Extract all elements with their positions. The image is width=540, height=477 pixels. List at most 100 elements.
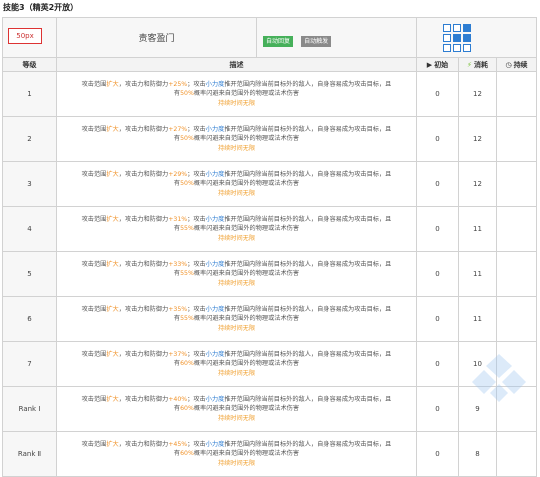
row-description: 攻击范围扩大，攻击力和防御力+31%；攻击小力度推开范围内除当前目标外的敌人，自… [56, 206, 417, 252]
desc-duration: 持续时间无限 [217, 369, 256, 377]
desc-dodge-value: 55% [180, 270, 194, 278]
col-description: 描述 [56, 57, 417, 72]
desc-text: ，攻击力和防御力 [118, 261, 169, 269]
col-initial: ▶ 初始 [416, 57, 459, 72]
desc-text: ，攻击力和防御力 [118, 216, 169, 224]
desc-text: 推开范围内除当前目标外的敌人，自身容易成为攻击目标，且 [224, 306, 392, 314]
desc-atk-value: +31% [168, 216, 188, 224]
row-cost: 12 [458, 71, 497, 117]
range-grid [443, 24, 471, 52]
col-duration: ◷ 持续 [495, 57, 538, 72]
table-row: Rank Ⅰ 攻击范围扩大，攻击力和防御力+40%；攻击小力度推开范围内除当前目标… [2, 386, 538, 432]
desc-text: 概率闪避来自范围外的物理或法术伤害 [193, 90, 300, 98]
desc-atk-value: +37% [168, 351, 188, 359]
row-level: 6 [2, 296, 57, 342]
desc-highlight: 扩大 [106, 171, 119, 179]
skill-icon: 50px [8, 28, 42, 44]
desc-duration: 持续时间无限 [217, 324, 256, 332]
desc-duration: 持续时间无限 [217, 234, 256, 242]
row-description: 攻击范围扩大，攻击力和防御力+45%；攻击小力度推开范围内除当前目标外的敌人，自… [56, 431, 417, 477]
range-tile-active [463, 24, 471, 32]
row-duration [495, 206, 538, 252]
desc-text: 推开范围内除当前目标外的敌人，自身容易成为攻击目标，且 [224, 261, 392, 269]
table-row: 6 攻击范围扩大，攻击力和防御力+35%；攻击小力度推开范围内除当前目标外的敌人，… [2, 296, 538, 342]
desc-text: ，攻击力和防御力 [118, 351, 169, 359]
desc-atk-value: +27% [168, 126, 188, 134]
range-tile [443, 34, 451, 42]
clock-icon: ◷ [505, 60, 512, 69]
desc-text: ，攻击力和防御力 [118, 81, 169, 89]
row-duration [495, 71, 538, 117]
desc-atk-value: +33% [168, 261, 188, 269]
table-row: 5 攻击范围扩大，攻击力和防御力+33%；攻击小力度推开范围内除当前目标外的敌人，… [2, 251, 538, 297]
desc-highlight: 小力度 [205, 171, 225, 179]
desc-duration: 持续时间无限 [217, 279, 256, 287]
desc-duration: 持续时间无限 [217, 144, 256, 152]
desc-highlight: 扩大 [106, 126, 119, 134]
desc-text: ；攻击 [187, 126, 206, 134]
desc-highlight: 小力度 [205, 351, 225, 359]
row-description: 攻击范围扩大，攻击力和防御力+27%；攻击小力度推开范围内除当前目标外的敌人，自… [56, 116, 417, 162]
range-tile [443, 24, 451, 32]
desc-text: 概率闪避来自范围外的物理或法术伤害 [193, 315, 300, 323]
col-cost: ⚡ 消耗 [458, 57, 497, 72]
row-initial: 0 [416, 206, 459, 252]
desc-text: 概率闪避来自范围外的物理或法术伤害 [193, 225, 300, 233]
row-description: 攻击范围扩大，攻击力和防御力+33%；攻击小力度推开范围内除当前目标外的敌人，自… [56, 251, 417, 297]
range-tile [453, 44, 461, 52]
col-initial-label: 初始 [434, 60, 449, 69]
table-row: 7 攻击范围扩大，攻击力和防御力+37%；攻击小力度推开范围内除当前目标外的敌人，… [2, 341, 538, 387]
desc-text: 推开范围内除当前目标外的敌人，自身容易成为攻击目标，且 [224, 396, 392, 404]
range-tile-active [453, 34, 461, 42]
row-level: 7 [2, 341, 57, 387]
row-initial: 0 [416, 71, 459, 117]
desc-text: ，攻击力和防御力 [118, 126, 169, 134]
range-cell [415, 17, 538, 58]
play-icon: ▶ [426, 60, 433, 69]
skill-table: 50px 责客盈门 自动回复 自动触发 等级 描述 ▶ 初始 ⚡ 消耗 ◷ 持续 1攻… [2, 17, 538, 477]
desc-duration: 持续时间无限 [217, 414, 256, 422]
range-tile [453, 24, 461, 32]
desc-atk-value: +45% [168, 441, 188, 449]
row-level: 3 [2, 161, 57, 207]
desc-text: 攻击范围 [81, 171, 107, 179]
row-description: 攻击范围扩大，攻击力和防御力+40%；攻击小力度推开范围内除当前目标外的敌人，自… [56, 386, 417, 432]
row-description: 攻击范围扩大，攻击力和防御力+35%；攻击小力度推开范围内除当前目标外的敌人，自… [56, 296, 417, 342]
table-row: 2 攻击范围扩大，攻击力和防御力+27%；攻击小力度推开范围内除当前目标外的敌人，… [2, 116, 538, 162]
desc-highlight: 扩大 [106, 441, 119, 449]
row-duration [495, 161, 538, 207]
range-tile-active [463, 34, 471, 42]
row-description: 攻击范围扩大，攻击力和防御力+37%；攻击小力度推开范围内除当前目标外的敌人，自… [56, 341, 417, 387]
desc-atk-value: +25% [168, 81, 188, 89]
desc-text: 概率闪避来自范围外的物理或法术伤害 [193, 450, 300, 458]
desc-highlight: 小力度 [205, 441, 225, 449]
desc-dodge-value: 50% [180, 180, 194, 188]
desc-text: 推开范围内除当前目标外的敌人，自身容易成为攻击目标，且 [224, 441, 392, 449]
tag-auto-recovery: 自动回复 [263, 36, 294, 47]
row-initial: 0 [416, 251, 459, 297]
desc-dodge-value: 60% [180, 405, 194, 413]
row-cost: 11 [458, 251, 497, 297]
desc-highlight: 扩大 [106, 261, 119, 269]
desc-text: 攻击范围 [81, 396, 107, 404]
desc-text: ，攻击力和防御力 [118, 171, 169, 179]
row-level: 1 [2, 71, 57, 117]
skill-name: 责客盈门 [56, 17, 257, 58]
desc-dodge-value: 50% [180, 90, 194, 98]
desc-dodge-value: 50% [180, 135, 194, 143]
section-title: 技能3（精英2开放） [3, 3, 79, 12]
row-initial: 0 [416, 341, 459, 387]
row-initial: 0 [416, 386, 459, 432]
desc-text: ；攻击 [187, 171, 206, 179]
desc-highlight: 扩大 [106, 81, 119, 89]
desc-dodge-value: 55% [180, 315, 194, 323]
skill-header-row: 50px 责客盈门 自动回复 自动触发 [2, 17, 538, 58]
row-description: 攻击范围扩大，攻击力和防御力+25%；攻击小力度推开范围内除当前目标外的敌人，自… [56, 71, 417, 117]
desc-text: 概率闪避来自范围外的物理或法术伤害 [193, 360, 300, 368]
table-row: 1 攻击范围扩大，攻击力和防御力+25%；攻击小力度推开范围内除当前目标外的敌人，… [2, 71, 538, 117]
desc-text: ；攻击 [187, 351, 206, 359]
desc-text: ；攻击 [187, 216, 206, 224]
desc-text: 攻击范围 [81, 261, 107, 269]
row-level: Rank Ⅰ [2, 386, 57, 432]
row-cost: 12 [458, 116, 497, 162]
